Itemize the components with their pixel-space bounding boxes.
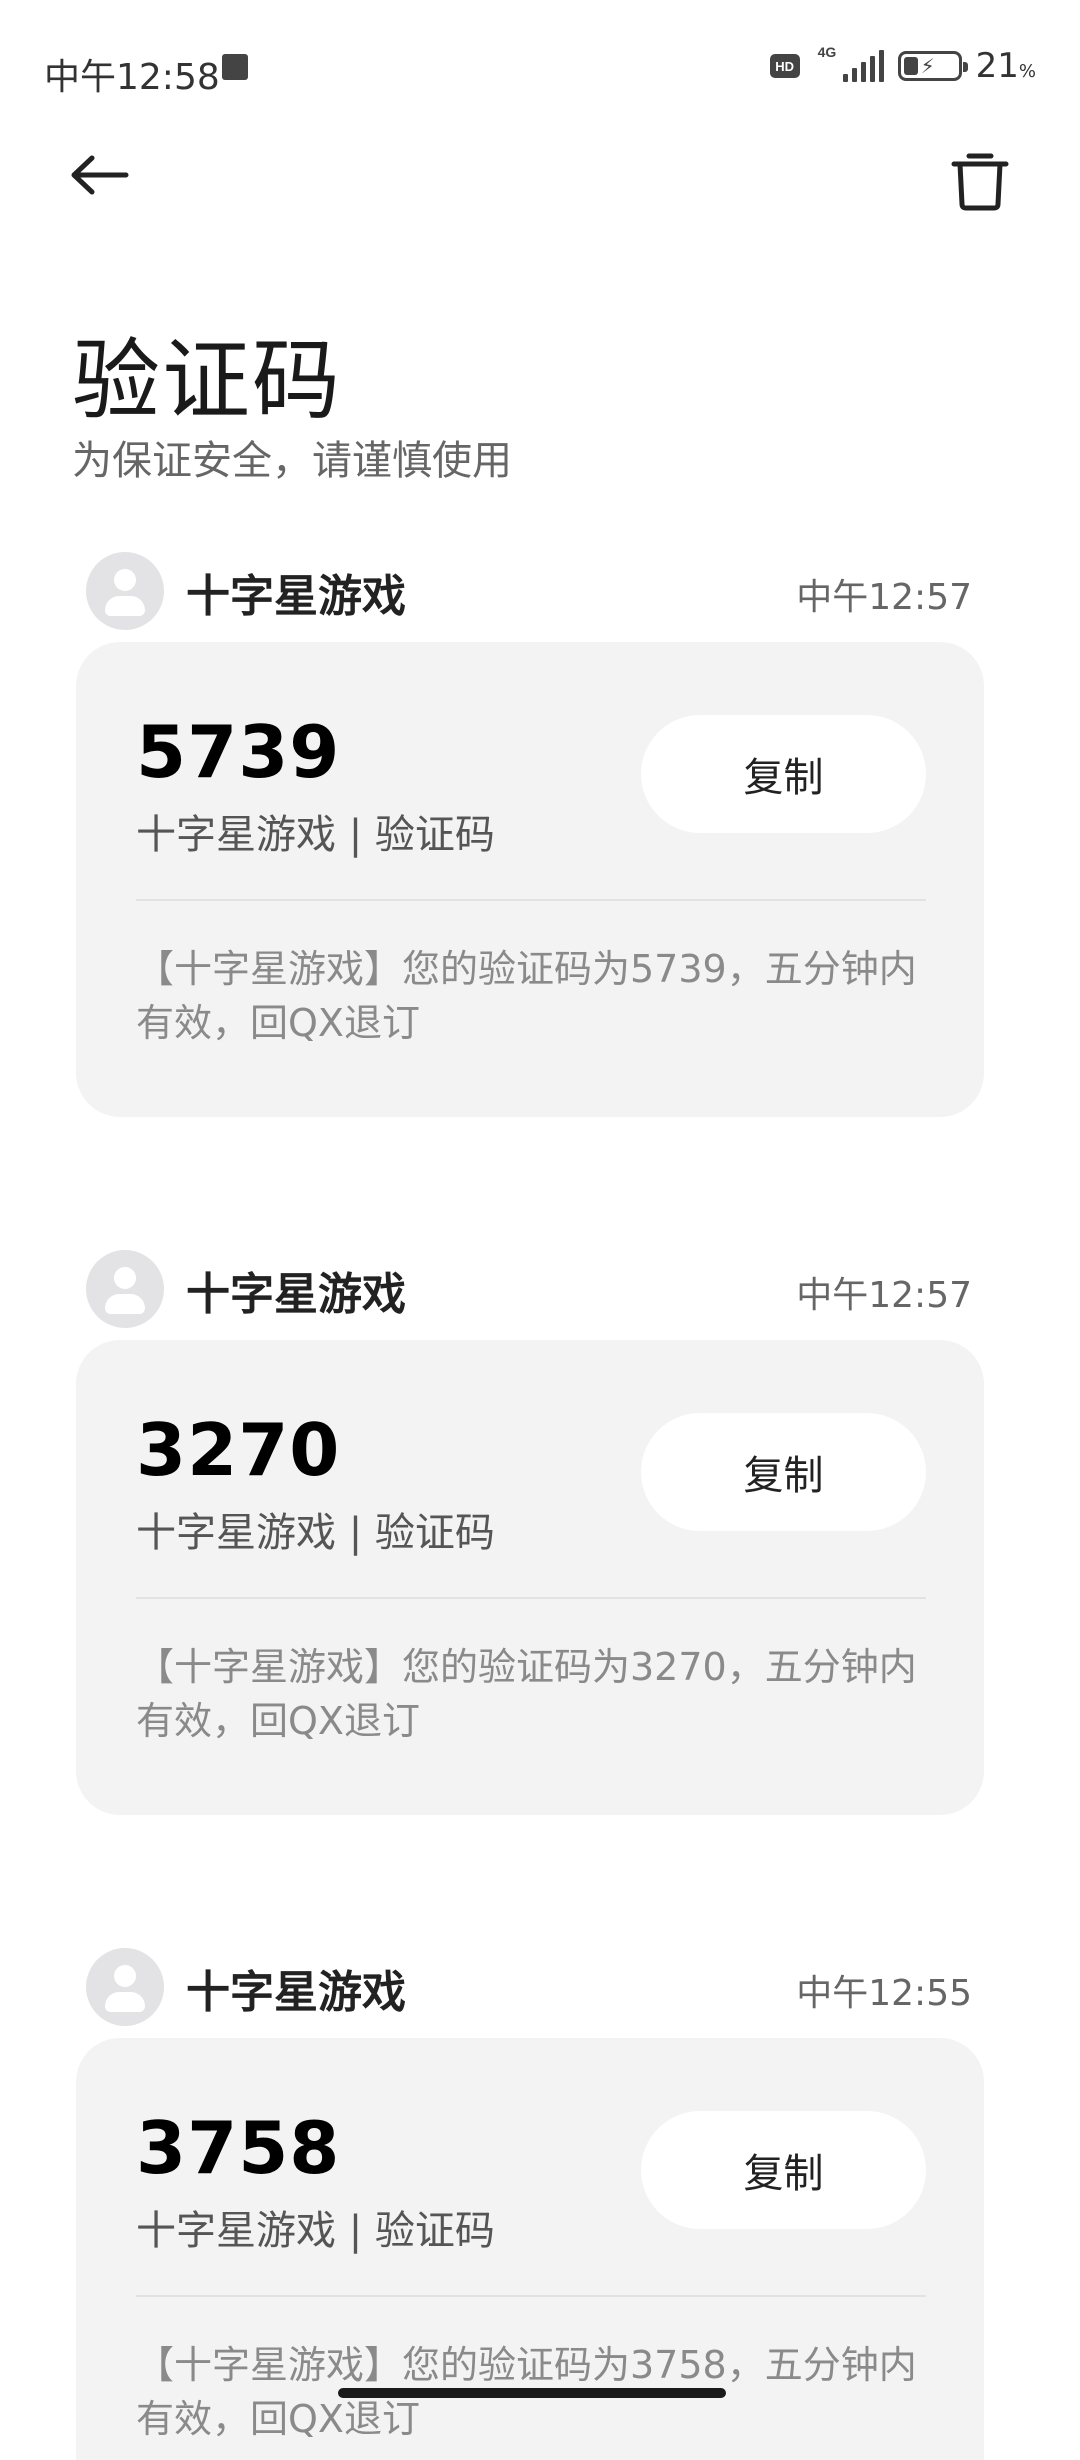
page-subtitle: 为保证安全，请谨慎使用 [72,438,512,484]
sender-name: 十字星游戏 [186,1269,406,1320]
divider [136,1597,926,1599]
message-header: 十字星游戏 中午12:57 [0,1244,1080,1334]
sender-name: 十字星游戏 [186,1967,406,2018]
network-type-label: 4G [817,44,837,60]
delete-button[interactable] [940,140,1020,220]
verification-code: 3758 [136,2106,341,2190]
code-source-label: 十字星游戏 | 验证码 [136,1510,495,1556]
sender-name: 十字星游戏 [186,571,406,622]
status-bar: 中午12:58 HD 4G ⚡ 21% [0,0,1080,140]
code-source-label: 十字星游戏 | 验证码 [136,2208,495,2254]
copy-button[interactable]: 复制 [641,2111,926,2229]
avatar [86,1948,164,2026]
code-card: 5739 十字星游戏 | 验证码 复制 【十字星游戏】您的验证码为5739，五分… [76,642,984,1117]
verification-code: 3270 [136,1408,341,1492]
hd-voice-icon: HD [769,54,800,78]
divider [136,899,926,901]
message-time: 中午12:57 [796,577,972,618]
message-header: 十字星游戏 中午12:57 [0,546,1080,636]
battery-icon: ⚡ [897,51,968,81]
battery-level-fill [903,57,918,75]
message-time: 中午12:55 [796,1973,972,2014]
notification-square-icon [222,54,248,80]
message-time: 中午12:57 [796,1275,972,1316]
trash-icon [951,153,1009,211]
verification-code-screen: 中午12:58 HD 4G ⚡ 21% 验证码 为保证安全，请谨慎使用 十字星游… [0,0,1080,2460]
signal-strength-icon: 4G [814,44,884,86]
page-title: 验证码 [72,329,343,432]
arrow-left-icon [71,155,129,195]
copy-button[interactable]: 复制 [641,715,926,833]
avatar [86,1250,164,1328]
verification-code: 5739 [136,710,341,794]
home-indicator[interactable] [338,2388,726,2398]
sms-body: 【十字星游戏】您的验证码为3270，五分钟内有效，回QX退订 [136,1645,917,1743]
code-source-label: 十字星游戏 | 验证码 [136,812,495,858]
sms-body: 【十字星游戏】您的验证码为5739，五分钟内有效，回QX退订 [136,947,917,1045]
status-time: 中午12:58 [44,57,220,98]
battery-percentage: 21% [975,46,1036,86]
back-button[interactable] [70,140,150,210]
code-card: 3270 十字星游戏 | 验证码 复制 【十字星游戏】您的验证码为3270，五分… [76,1340,984,1815]
avatar [86,552,164,630]
message-header: 十字星游戏 中午12:55 [0,1942,1080,2032]
charging-bolt-icon: ⚡ [920,54,935,78]
copy-button[interactable]: 复制 [641,1413,926,1531]
status-indicators: HD 4G ⚡ 21% [769,44,1036,86]
divider [136,2295,926,2297]
